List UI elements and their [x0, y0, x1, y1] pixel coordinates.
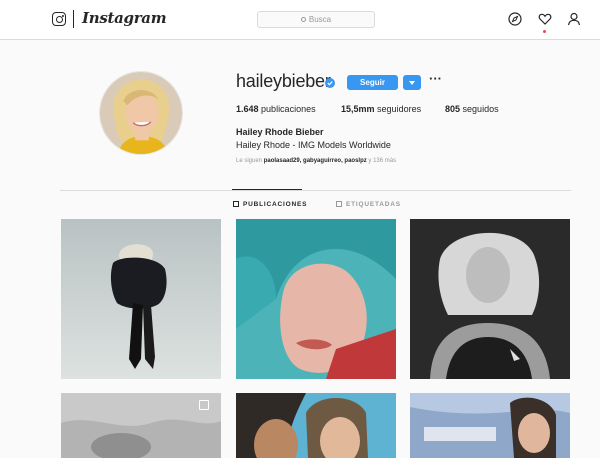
tab-tagged-label: ETIQUETADAS — [346, 201, 401, 208]
followers-stat[interactable]: 15,5mm seguidores — [341, 104, 421, 114]
search-placeholder: Busca — [308, 15, 332, 24]
tab-tagged[interactable]: ETIQUETADAS — [336, 200, 401, 208]
compass-icon[interactable] — [508, 12, 522, 26]
followed-by-text[interactable]: Le siguen paolasaad29, gabyaguirreo, pao… — [236, 158, 396, 164]
top-navigation-bar: Instagram Busca — [0, 0, 600, 40]
tag-icon — [336, 200, 342, 207]
profile-avatar[interactable] — [99, 71, 183, 155]
post-thumbnail[interactable] — [410, 219, 570, 379]
followed-by-suffix: y 136 más — [366, 158, 397, 164]
followed-by-prefix: Le siguen — [236, 158, 264, 164]
search-input[interactable]: Busca — [257, 11, 375, 28]
search-icon — [300, 17, 306, 22]
profile-bio: Hailey Rhode - IMG Models Worldwide — [236, 140, 391, 150]
post-thumbnail[interactable] — [236, 219, 396, 379]
posts-count: 1.648 — [236, 104, 259, 114]
tab-posts[interactable]: PUBLICACIONES — [233, 200, 307, 208]
followers-count: 15,5mm — [341, 104, 375, 114]
active-tab-indicator — [232, 189, 302, 190]
notification-dot — [543, 30, 546, 33]
logo-divider — [73, 10, 74, 28]
following-label: seguidos — [462, 104, 499, 114]
heart-icon[interactable] — [538, 12, 552, 26]
multiple-posts-icon — [199, 400, 209, 410]
post-thumbnail[interactable] — [61, 393, 221, 458]
profile-full-name: Hailey Rhode Bieber — [236, 127, 324, 137]
post-thumbnail[interactable] — [61, 219, 221, 379]
posts-label: publicaciones — [261, 104, 316, 114]
profile-username: haileybieber — [236, 71, 331, 91]
verified-badge-icon — [325, 78, 335, 88]
grid-icon — [233, 200, 239, 207]
instagram-glyph-icon[interactable] — [52, 12, 66, 26]
tab-posts-label: PUBLICACIONES — [243, 201, 308, 208]
tabs-divider — [60, 190, 571, 191]
suggestions-dropdown-button[interactable] — [403, 75, 421, 90]
following-count: 805 — [445, 104, 461, 114]
following-stat[interactable]: 805 seguidos — [445, 104, 499, 114]
post-thumbnail[interactable] — [410, 393, 570, 458]
follow-button[interactable]: Seguir — [347, 75, 398, 90]
posts-stat: 1.648 publicaciones — [236, 104, 316, 114]
person-icon[interactable] — [567, 12, 581, 26]
instagram-wordmark[interactable]: Instagram — [82, 9, 167, 27]
followed-by-names: paolasaad29, gabyaguirreo, paoslpz — [263, 158, 367, 164]
followers-label: seguidores — [377, 104, 422, 114]
more-options-button[interactable]: ··· — [429, 72, 442, 85]
post-thumbnail[interactable] — [236, 393, 396, 458]
